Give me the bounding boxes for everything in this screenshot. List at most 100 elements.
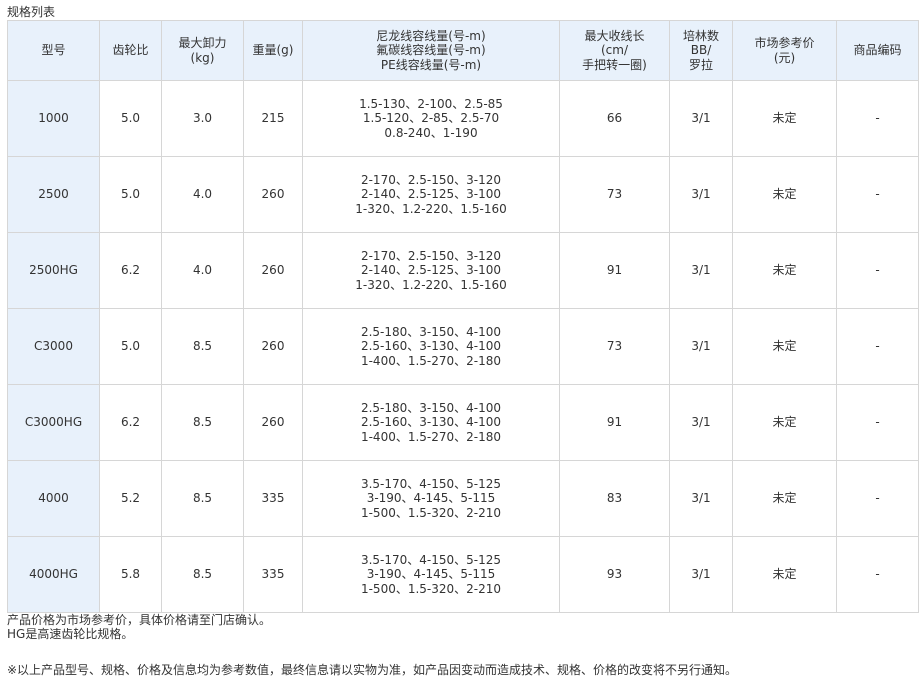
table-row: 2500HG 6.2 4.0 260 2-170、2.5-150、3-120 2-140、… xyxy=(7,232,919,309)
line-capacity-line: 2.5-180、3-150、4-100 xyxy=(360,400,502,415)
line-capacity-line: 1-400、1.5-270、2-180 xyxy=(360,429,502,444)
header-bearings-line: 罗拉 xyxy=(688,57,713,72)
cell-line-capacity: 2-170、2.5-150、3-120 2-140、2.5-125、3-100 1-… xyxy=(302,232,560,309)
table-header-row: 型号 齿轮比 最大卸力 (kg) 重量(g) 尼龙线容线量(号-m) 氟碳线容线… xyxy=(7,20,919,81)
header-retrieve-line: 手把转一圈) xyxy=(582,57,647,72)
cell-product-code: - xyxy=(836,384,919,461)
cell-product-code: - xyxy=(836,156,919,233)
cell-model: 4000 xyxy=(7,460,100,537)
cell-retrieve: 73 xyxy=(559,156,670,233)
cell-weight: 260 xyxy=(243,232,303,309)
table-row: 4000 5.2 8.5 335 3.5-170、4-150、5-125 3-190、4-… xyxy=(7,460,919,537)
header-model: 型号 xyxy=(7,20,100,81)
disclaimer: ※以上产品型号、规格、价格及信息均为参考数值，最终信息请以实物为准，如产品因变动… xyxy=(7,663,738,677)
line-capacity-line: 2.5-160、3-130、4-100 xyxy=(360,339,502,354)
header-line-capacity-line: 氟碳线容线量(号-m) xyxy=(376,43,486,58)
cell-bearings: 3/1 xyxy=(669,460,733,537)
cell-weight: 260 xyxy=(243,384,303,461)
line-capacity-line: 1-500、1.5-320、2-210 xyxy=(360,505,502,520)
cell-gear-ratio: 5.0 xyxy=(99,156,162,233)
line-capacity-line: 2-140、2.5-125、3-100 xyxy=(360,263,502,278)
notes: 产品价格为市场参考价，具体价格请至门店确认。 HG是高速齿轮比规格。 xyxy=(7,613,271,641)
cell-retrieve: 91 xyxy=(559,384,670,461)
cell-model: C3000HG xyxy=(7,384,100,461)
cell-bearings: 3/1 xyxy=(669,232,733,309)
line-capacity-line: 3-190、4-145、5-115 xyxy=(366,491,496,506)
line-capacity-line: 3.5-170、4-150、5-125 xyxy=(360,552,502,567)
line-capacity-line: 2-170、2.5-150、3-120 xyxy=(360,172,502,187)
cell-model: 2500 xyxy=(7,156,100,233)
line-capacity-line: 2-170、2.5-150、3-120 xyxy=(360,248,502,263)
note-line: 产品价格为市场参考价，具体价格请至门店确认。 xyxy=(7,613,272,627)
cell-weight: 215 xyxy=(243,80,303,157)
cell-gear-ratio: 5.0 xyxy=(99,80,162,157)
spec-table: 型号 齿轮比 最大卸力 (kg) 重量(g) 尼龙线容线量(号-m) 氟碳线容线… xyxy=(7,20,919,613)
cell-line-capacity: 2.5-180、3-150、4-100 2.5-160、3-130、4-100 1-… xyxy=(302,308,560,385)
cell-product-code: - xyxy=(836,460,919,537)
cell-line-capacity: 2-170、2.5-150、3-120 2-140、2.5-125、3-100 1-… xyxy=(302,156,560,233)
header-price-line: (元) xyxy=(773,50,796,65)
cell-max-drag: 3.0 xyxy=(161,80,244,157)
header-retrieve-line: 最大收线长 xyxy=(584,28,645,43)
line-capacity-line: 2.5-160、3-130、4-100 xyxy=(360,415,502,430)
cell-model: 1000 xyxy=(7,80,100,157)
cell-price: 未定 xyxy=(732,460,837,537)
line-capacity-line: 3.5-170、4-150、5-125 xyxy=(360,476,502,491)
cell-bearings: 3/1 xyxy=(669,308,733,385)
line-capacity-line: 2.5-180、3-150、4-100 xyxy=(360,324,502,339)
header-gear-ratio: 齿轮比 xyxy=(99,20,162,81)
header-retrieve-line: (cm/ xyxy=(600,43,628,58)
cell-bearings: 3/1 xyxy=(669,80,733,157)
cell-price: 未定 xyxy=(732,232,837,309)
cell-gear-ratio: 5.2 xyxy=(99,460,162,537)
cell-max-drag: 8.5 xyxy=(161,308,244,385)
cell-product-code: - xyxy=(836,232,919,309)
header-max-drag-line: (kg) xyxy=(190,50,215,65)
cell-product-code: - xyxy=(836,536,919,613)
line-capacity-line: 1-320、1.2-220、1.5-160 xyxy=(355,277,507,292)
line-capacity-line: 2-140、2.5-125、3-100 xyxy=(360,187,502,202)
table-row: 2500 5.0 4.0 260 2-170、2.5-150、3-120 2-140、2.… xyxy=(7,156,919,233)
cell-weight: 260 xyxy=(243,308,303,385)
header-max-drag-line: 最大卸力 xyxy=(178,36,227,50)
cell-model: C3000 xyxy=(7,308,100,385)
cell-line-capacity: 1.5-130、2-100、2.5-85 1.5-120、2-85、2.5-70 0… xyxy=(302,80,560,157)
cell-gear-ratio: 5.8 xyxy=(99,536,162,613)
cell-model: 4000HG xyxy=(7,536,100,613)
cell-retrieve: 83 xyxy=(559,460,670,537)
cell-line-capacity: 3.5-170、4-150、5-125 3-190、4-145、5-115 1-50… xyxy=(302,460,560,537)
table-row: C3000 5.0 8.5 260 2.5-180、3-150、4-100 2.5-160… xyxy=(7,308,919,385)
cell-product-code: - xyxy=(836,80,919,157)
cell-max-drag: 4.0 xyxy=(161,232,244,309)
cell-weight: 260 xyxy=(243,156,303,233)
cell-weight: 335 xyxy=(243,460,303,537)
header-product-code: 商品编码 xyxy=(836,20,919,81)
header-bearings-line: 培林数 xyxy=(682,28,719,43)
header-price: 市场参考价 (元) xyxy=(732,20,837,81)
cell-max-drag: 8.5 xyxy=(161,536,244,613)
header-bearings-line: BB/ xyxy=(690,43,712,58)
cell-retrieve: 91 xyxy=(559,232,670,309)
table-row: 4000HG 5.8 8.5 335 3.5-170、4-150、5-125 3-190、… xyxy=(7,536,919,613)
cell-bearings: 3/1 xyxy=(669,156,733,233)
cell-retrieve: 93 xyxy=(559,536,670,613)
header-line-capacity-line: 尼龙线容线量(号-m) xyxy=(376,28,486,43)
line-capacity-line: 1-320、1.2-220、1.5-160 xyxy=(355,201,507,216)
header-retrieve: 最大收线长 (cm/ 手把转一圈) xyxy=(559,20,670,81)
header-price-line: 市场参考价 xyxy=(754,36,815,50)
cell-max-drag: 8.5 xyxy=(161,384,244,461)
header-line-capacity-line: PE线容线量(号-m) xyxy=(380,57,482,72)
line-capacity-line: 3-190、4-145、5-115 xyxy=(366,567,496,582)
cell-product-code: - xyxy=(836,308,919,385)
header-max-drag: 最大卸力 (kg) xyxy=(161,20,244,81)
header-line-capacity: 尼龙线容线量(号-m) 氟碳线容线量(号-m) PE线容线量(号-m) xyxy=(302,20,560,81)
note-line: HG是高速齿轮比规格。 xyxy=(7,627,134,641)
line-capacity-line: 1.5-130、2-100、2.5-85 xyxy=(359,96,503,111)
cell-line-capacity: 3.5-170、4-150、5-125 3-190、4-145、5-115 1-50… xyxy=(302,536,560,613)
table-row: C3000HG 6.2 8.5 260 2.5-180、3-150、4-100 2.5-1… xyxy=(7,384,919,461)
cell-bearings: 3/1 xyxy=(669,536,733,613)
cell-model: 2500HG xyxy=(7,232,100,309)
header-weight: 重量(g) xyxy=(243,20,303,81)
line-capacity-line: 1.5-120、2-85、2.5-70 xyxy=(362,111,500,126)
cell-price: 未定 xyxy=(732,384,837,461)
